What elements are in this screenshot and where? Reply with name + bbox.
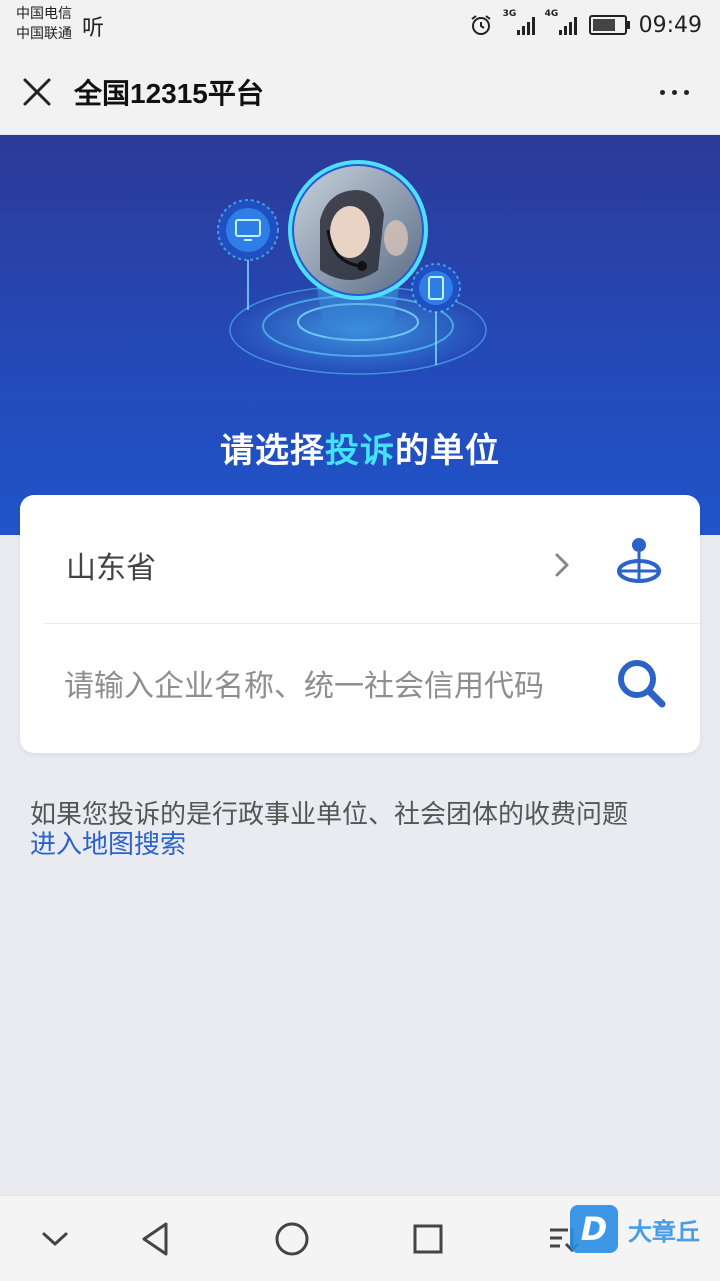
province-selector[interactable]: 山东省 [20,495,700,623]
collapse-icon [42,1232,68,1246]
watermark-text: 大章丘 [628,1217,700,1246]
map-search-link[interactable]: 进入地图搜索 [30,824,186,861]
more-icon [659,89,665,95]
search-button[interactable] [612,654,672,714]
chevron-right-icon [555,553,569,577]
customer-service-avatar [288,160,428,300]
title-bar: 全国12315平台 [0,52,720,135]
heading-part-2: 的单位 [395,431,500,471]
heading-highlight: 投诉 [325,431,395,471]
back-icon [142,1222,168,1256]
back-button[interactable] [130,1216,180,1262]
locate-button[interactable] [614,535,664,591]
alarm-icon [470,15,491,35]
hero-heading: 请选择投诉的单位 [0,423,720,472]
more-button[interactable] [652,74,696,110]
hero-banner: 请选择投诉的单位 [0,135,720,535]
recents-icon [413,1224,443,1254]
heading-part-1: 请选择 [220,431,325,471]
status-bar: 中国电信 中国联通 听 3G 4G 09:49 [0,0,720,52]
signal-icon-2: 4G [545,9,577,35]
carrier-2: 中国联通 [16,26,72,42]
recents-button[interactable] [403,1216,453,1262]
monitor-icon [217,199,279,310]
home-icon [275,1222,309,1256]
search-icon [618,660,666,708]
listen-label: 听 [82,16,105,41]
battery-fill [592,19,615,31]
watermark: D 大章丘 [570,1205,700,1253]
close-button[interactable] [14,69,60,115]
network-label-2: 4G [544,9,559,19]
watermark-logo: D [570,1205,618,1253]
locate-icon [617,538,661,583]
province-value: 山东省 [66,551,156,586]
unit-selection-card: 山东省 [20,495,700,753]
page-title: 全国12315平台 [74,78,264,109]
clock: 09:49 [638,12,702,38]
collapse-button[interactable] [30,1216,80,1262]
status-icons: 3G 4G 09:49 [469,8,702,42]
carrier-info: 中国电信 中国联通 [16,4,72,44]
carrier-1: 中国电信 [16,6,72,22]
network-label-1: 3G [502,9,517,19]
home-button[interactable] [267,1216,317,1262]
hero-illustration [217,160,488,375]
battery-icon [588,15,630,35]
close-icon [23,78,51,106]
signal-icon: 3G [503,9,535,35]
search-row [20,624,700,753]
search-input[interactable] [64,656,584,716]
